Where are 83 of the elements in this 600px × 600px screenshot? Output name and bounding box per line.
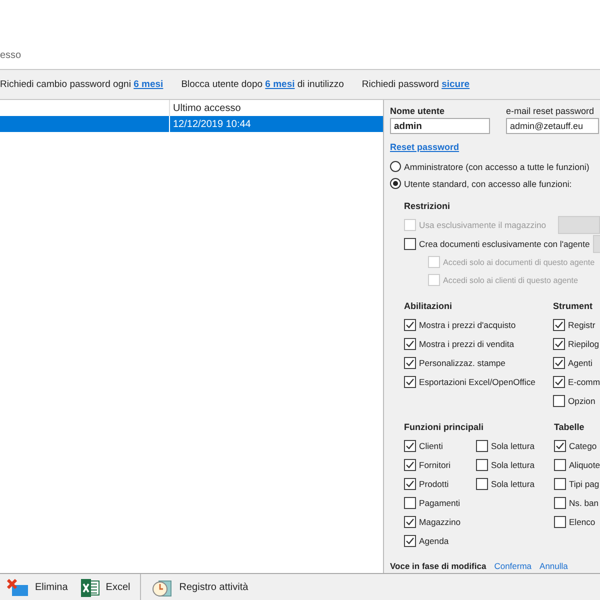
column-header[interactable]: Ultimo accesso bbox=[170, 102, 383, 114]
checkbox[interactable] bbox=[404, 376, 416, 388]
checkbox-label: Accedi solo ai documenti di questo agente bbox=[443, 258, 595, 266]
clock-icon bbox=[151, 578, 174, 598]
checkbox-label: Agenda bbox=[419, 536, 449, 546]
checkbox-label: Registr bbox=[568, 320, 596, 330]
checkbox-label: Riepilog bbox=[568, 338, 600, 348]
checkbox[interactable] bbox=[476, 440, 488, 452]
toolbar-button[interactable]: Registro attività bbox=[149, 576, 250, 600]
checkbox-label: Agenti bbox=[568, 358, 592, 368]
checkbox-label: Sola lettura bbox=[491, 460, 534, 470]
radio-label: Amministratore (con accesso a tutte le funzioni) bbox=[404, 162, 590, 172]
checkbox-label: Sola lettura bbox=[491, 478, 534, 488]
email-field[interactable]: admin@zetauff.eu bbox=[506, 118, 599, 134]
checkbox[interactable] bbox=[553, 356, 565, 368]
policy-link[interactable]: 6 mesi bbox=[265, 79, 295, 90]
field-label: e-mail reset password bbox=[506, 106, 596, 116]
checkbox[interactable] bbox=[553, 394, 565, 406]
checkbox-label: Accedi solo ai clienti di questo agente bbox=[443, 276, 578, 284]
username-field[interactable]: admin bbox=[390, 118, 490, 134]
policy-link[interactable]: 6 mesi bbox=[134, 79, 164, 90]
checkbox[interactable] bbox=[553, 376, 565, 388]
delete-icon bbox=[7, 578, 29, 596]
checkbox[interactable] bbox=[554, 458, 566, 470]
checkbox[interactable] bbox=[554, 496, 566, 508]
checkbox-label: Mostra i prezzi d'acquisto bbox=[419, 320, 516, 330]
radio-label: Utente standard, con accesso alle funzioni: bbox=[404, 178, 572, 188]
checkbox[interactable] bbox=[404, 338, 416, 350]
checkbox[interactable] bbox=[404, 478, 416, 490]
checkbox[interactable] bbox=[404, 440, 416, 452]
checkbox[interactable] bbox=[553, 318, 565, 330]
section-title: Tabelle bbox=[554, 422, 586, 432]
checkbox-label: Elenco bbox=[568, 516, 596, 526]
checkbox[interactable] bbox=[404, 356, 416, 368]
page-subtitle: esso bbox=[0, 50, 22, 61]
checkbox-label: Catego bbox=[568, 440, 597, 450]
checkbox-label: Aliquote bbox=[568, 460, 600, 470]
checkbox-label: Esportazioni Excel/OpenOffice bbox=[419, 376, 536, 386]
policy-setting: Richiedi cambio password ogni 6 mesi bbox=[0, 79, 164, 90]
checkbox[interactable] bbox=[404, 238, 416, 250]
checkbox[interactable] bbox=[404, 516, 416, 528]
checkbox[interactable] bbox=[404, 318, 416, 330]
section-title: Restrizioni bbox=[404, 201, 452, 211]
confirm-link[interactable]: Conferma bbox=[494, 561, 532, 571]
checkbox[interactable] bbox=[404, 458, 416, 470]
checkbox[interactable] bbox=[554, 440, 566, 452]
toolbar-button[interactable]: Excel bbox=[78, 576, 132, 600]
checkbox[interactable] bbox=[554, 516, 566, 528]
cancel-link[interactable]: Annulla bbox=[540, 561, 568, 571]
checkbox[interactable] bbox=[553, 338, 565, 350]
policy-setting: Blocca utente dopo 6 mesi di inutilizzo bbox=[181, 79, 344, 90]
checkbox-label: Personalizzaz. stampe bbox=[419, 358, 506, 368]
checkbox-label: Clienti bbox=[419, 440, 443, 450]
section-title: Strument bbox=[553, 301, 594, 311]
checkbox[interactable] bbox=[476, 458, 488, 470]
user-row[interactable]: 12/12/2019 10:44 bbox=[0, 116, 383, 132]
checkbox-label: Sola lettura bbox=[491, 440, 534, 450]
checkbox-label: Crea documenti esclusivamente con l'agente bbox=[419, 238, 590, 248]
checkbox-label: E-comm bbox=[568, 376, 600, 386]
checkbox-label: Mostra i prezzi di vendita bbox=[419, 338, 514, 348]
checkbox[interactable] bbox=[404, 496, 416, 508]
reset-password-link[interactable]: Reset password bbox=[390, 142, 460, 152]
toolbar-button[interactable]: Elimina bbox=[5, 576, 70, 598]
checkbox-label: Opzion bbox=[568, 396, 596, 406]
edit-status: Voce in fase di modifica bbox=[390, 561, 486, 571]
section-title: Abilitazioni bbox=[404, 301, 453, 311]
checkbox-label: Tipi pag bbox=[568, 478, 600, 488]
checkbox-label: Magazzino bbox=[419, 516, 461, 526]
spreadsheet-icon bbox=[80, 578, 100, 598]
checkbox-label: Prodotti bbox=[419, 478, 449, 488]
checkbox-label: Usa esclusivamente il magazzino bbox=[419, 220, 546, 230]
field-label: Nome utente bbox=[390, 106, 446, 116]
policy-setting: Richiedi password sicure bbox=[362, 79, 470, 90]
checkbox-label: Fornitori bbox=[419, 460, 451, 470]
checkbox[interactable] bbox=[476, 478, 488, 490]
checkbox-label: Ns. ban bbox=[568, 498, 599, 508]
checkbox-label: Pagamenti bbox=[419, 498, 460, 508]
radio-button[interactable] bbox=[390, 161, 401, 172]
radio-button[interactable] bbox=[390, 178, 401, 189]
checkbox[interactable] bbox=[554, 478, 566, 490]
checkbox[interactable] bbox=[404, 534, 416, 546]
policy-link[interactable]: sicure bbox=[442, 79, 470, 90]
section-title: Funzioni principali bbox=[404, 422, 484, 432]
